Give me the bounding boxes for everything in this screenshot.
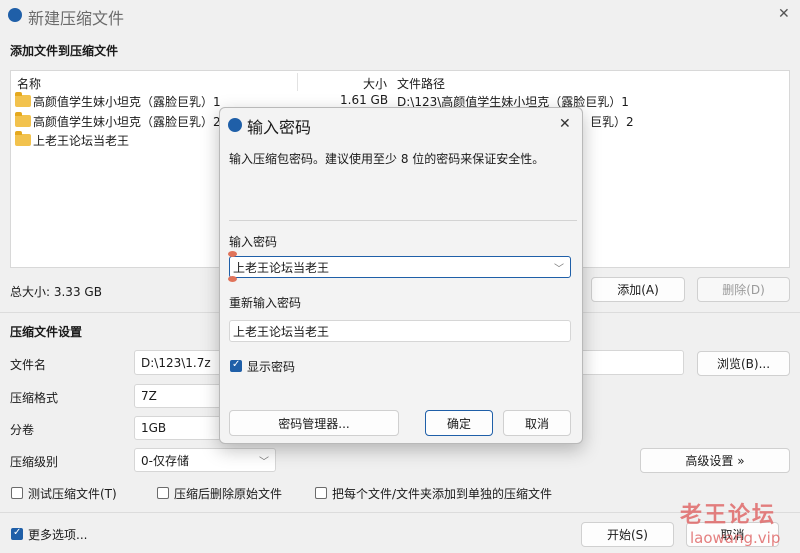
show-password-label[interactable]: 显示密码: [247, 358, 295, 375]
file-name: 上老王论坛当老王: [33, 134, 130, 148]
password-label: 输入密码: [229, 235, 278, 249]
folder-icon: [15, 112, 31, 127]
level-label: 压缩级别: [10, 455, 59, 469]
start-button[interactable]: 开始(S): [581, 522, 674, 547]
test-archive-label[interactable]: 测试压缩文件(T): [28, 485, 117, 502]
column-header-path[interactable]: 文件路径: [397, 75, 445, 92]
file-name: 高颜值学生妹小坦克（露脸巨乳）1: [33, 95, 221, 109]
column-divider: [297, 73, 298, 91]
delete-source-checkbox[interactable]: [157, 487, 169, 499]
dialog-ok-button[interactable]: 确定: [425, 410, 493, 436]
column-header-name[interactable]: 名称: [17, 75, 41, 92]
reenter-value: 上老王论坛当老王: [233, 324, 330, 339]
filename-label: 文件名: [10, 358, 47, 372]
separate-archives-label[interactable]: 把每个文件/文件夹添加到单独的压缩文件: [332, 485, 552, 502]
level-value: 0-仅存储: [141, 453, 189, 468]
text-handle-top-icon: [228, 251, 237, 257]
dialog-cancel-button[interactable]: 取消: [503, 410, 571, 436]
separate-archives-checkbox[interactable]: [315, 487, 327, 499]
folder-icon: [15, 131, 31, 146]
text-handle-bottom-icon: [228, 276, 237, 282]
show-password-checkbox[interactable]: [230, 359, 242, 372]
reenter-input[interactable]: 上老王论坛当老王: [229, 320, 571, 342]
settings-title: 压缩文件设置: [10, 325, 83, 339]
reenter-label: 重新输入密码: [229, 296, 302, 310]
more-options-label[interactable]: 更多选项...: [28, 526, 87, 543]
column-header-size[interactable]: 大小: [363, 75, 387, 92]
file-path: 巨乳）2: [590, 115, 634, 129]
file-size: 1.61 GB: [340, 93, 389, 107]
dialog-close-icon[interactable]: ✕: [559, 116, 571, 132]
password-dialog: 输入密码 ✕ 输入压缩包密码。建议使用至少 8 位的密码来保证安全性。 输入密码…: [219, 107, 583, 444]
file-name: 高颜值学生妹小坦克（露脸巨乳）2: [33, 115, 221, 129]
password-input[interactable]: 上老王论坛当老王 ﹀: [229, 256, 571, 278]
format-value: 7Z: [141, 389, 157, 403]
delete-button[interactable]: 删除(D): [697, 277, 790, 302]
more-options-checkbox[interactable]: [11, 527, 23, 540]
total-size: 总大小: 3.33 GB: [10, 285, 102, 299]
add-button[interactable]: 添加(A): [591, 277, 685, 302]
watermark-url: laowang.vip: [690, 529, 781, 547]
format-label: 压缩格式: [10, 391, 59, 405]
watermark-text: 老王论坛: [680, 503, 777, 528]
dialog-app-icon: [228, 118, 242, 132]
dialog-divider: [229, 220, 577, 221]
volume-label: 分卷: [10, 423, 35, 437]
dialog-description: 输入压缩包密码。建议使用至少 8 位的密码来保证安全性。: [229, 152, 545, 166]
chevron-down-icon[interactable]: ﹀: [554, 260, 564, 275]
delete-source-label[interactable]: 压缩后删除原始文件: [174, 485, 282, 502]
level-select[interactable]: 0-仅存储 ﹀: [134, 448, 276, 472]
files-section-title: 添加文件到压缩文件: [10, 44, 119, 58]
password-manager-button[interactable]: 密码管理器...: [229, 410, 399, 436]
window-close-icon[interactable]: ✕: [778, 6, 790, 22]
window-title: 新建压缩文件: [28, 9, 125, 28]
advanced-settings-button[interactable]: 高级设置 »: [640, 448, 790, 473]
browse-button[interactable]: 浏览(B)...: [697, 351, 790, 376]
password-value: 上老王论坛当老王: [233, 260, 330, 275]
folder-icon: [15, 92, 31, 107]
volume-value: 1GB: [141, 421, 167, 435]
app-icon: [8, 8, 22, 22]
chevron-down-icon: ﹀: [259, 456, 269, 468]
test-archive-checkbox[interactable]: [11, 487, 23, 499]
dialog-title: 输入密码: [247, 118, 312, 137]
